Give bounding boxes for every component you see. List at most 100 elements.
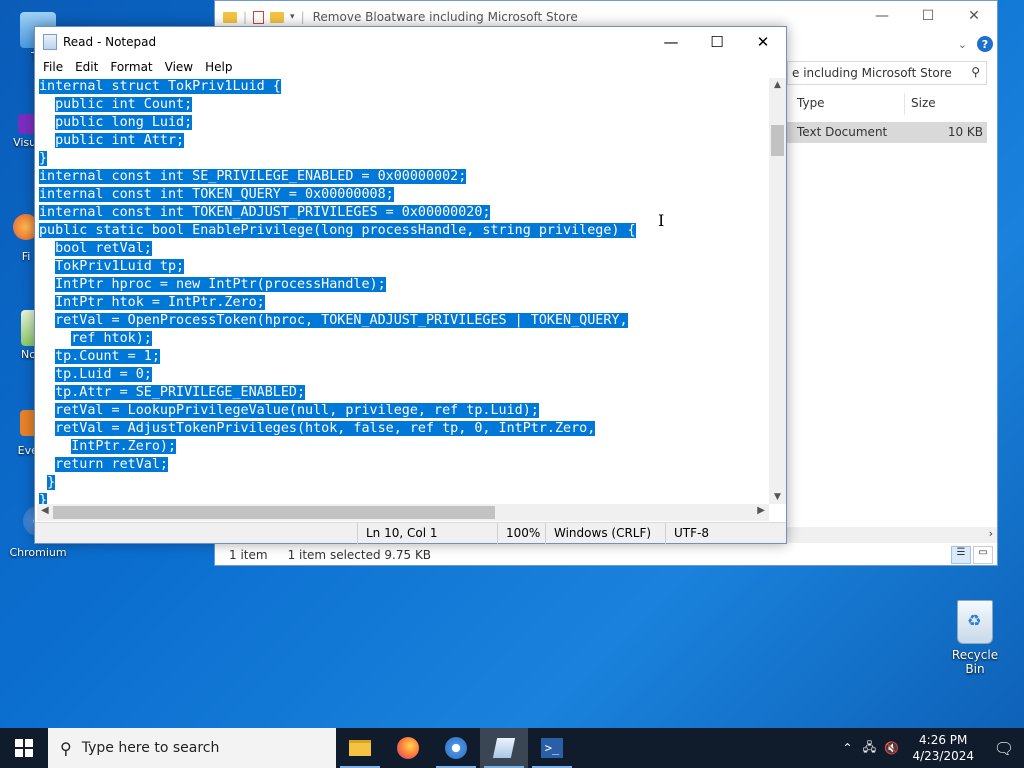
chevron-up-icon[interactable]: ⌃	[836, 741, 858, 755]
search-input-text: e including Microsoft Store	[792, 66, 952, 80]
selection-info: 1 item selected 9.75 KB	[287, 548, 432, 562]
code-line: public long Luid;	[55, 115, 193, 130]
taskbar-file-explorer[interactable]	[336, 728, 384, 768]
notepad-titlebar: Read - Notepad — ☐ ✕	[35, 27, 786, 57]
scroll-down-icon[interactable]: ▼	[769, 492, 786, 502]
menu-bar: File Edit Format View Help	[35, 57, 786, 77]
expand-ribbon-icon[interactable]: ⌄	[958, 38, 967, 51]
file-row[interactable]: Text Document 10 KB	[787, 122, 987, 143]
code-line: }	[47, 475, 56, 490]
folder-icon[interactable]	[223, 11, 237, 23]
menu-edit[interactable]: Edit	[69, 60, 104, 74]
help-icon[interactable]: ?	[977, 36, 993, 52]
recycle-bin-icon	[957, 600, 993, 644]
code-line: IntPtr.Zero);	[71, 439, 177, 454]
search-icon[interactable]: ⚲	[971, 65, 980, 79]
code-line: IntPtr htok = IntPtr.Zero;	[55, 295, 265, 310]
vertical-scrollbar[interactable]: ▲ ▼	[769, 78, 786, 504]
clock-date: 4/23/2024	[912, 749, 974, 763]
code-line: IntPtr hproc = new IntPtr(processHandle)…	[55, 277, 386, 292]
code-line: retVal = LookupPrivilegeValue(null, priv…	[55, 403, 539, 418]
scroll-right-icon[interactable]: ›	[989, 527, 993, 540]
maximize-button[interactable]: ☐	[694, 27, 740, 57]
code-line: retVal = AdjustTokenPrivileges(htok, fal…	[55, 421, 596, 436]
code-line: ref htok);	[71, 331, 152, 346]
quick-access-toolbar: | ▾ |	[223, 10, 305, 24]
scroll-right-icon[interactable]: ▶	[757, 505, 765, 516]
volume-muted-icon[interactable]: 🔇	[880, 741, 902, 755]
notification-center-icon[interactable]: 🗨	[984, 739, 1024, 758]
taskbar-powershell[interactable]: >_	[528, 728, 576, 768]
notepad-title: Read - Notepad	[63, 35, 157, 49]
large-icons-view-icon[interactable]: ▭	[973, 546, 993, 564]
network-icon[interactable]: 🖧	[858, 738, 880, 759]
explorer-ribbon-controls: ⌄ ?	[777, 33, 997, 55]
search-input[interactable]: e including Microsoft Store ⚲	[787, 61, 987, 85]
scroll-left-icon[interactable]: ◀	[41, 505, 49, 516]
column-header-type[interactable]: Type	[787, 93, 905, 115]
desktop-icon-label: Chromium	[9, 546, 67, 559]
code-line: TokPriv1Luid tp;	[55, 259, 185, 274]
cursor-position: Ln 10, Col 1	[357, 523, 497, 544]
explorer-status-bar: 1 item 1 item selected 9.75 KB ☰ ▭	[215, 545, 997, 565]
clock-time: 4:26 PM	[919, 733, 968, 747]
minimize-button[interactable]: —	[859, 1, 905, 31]
taskbar-search-box[interactable]: ⚲ Type here to search	[48, 728, 336, 768]
horizontal-scrollbar[interactable]: ◀ ▶	[37, 504, 769, 521]
menu-help[interactable]: Help	[199, 60, 238, 74]
firefox-icon	[397, 737, 419, 759]
text-cursor-icon: I	[658, 211, 665, 230]
menu-file[interactable]: File	[37, 60, 69, 74]
maximize-button[interactable]: ☐	[905, 1, 951, 31]
explorer-horizontal-scrollbar[interactable]: ›	[787, 527, 997, 543]
desktop-icon-recycle-bin[interactable]: Recycle Bin	[942, 600, 1008, 676]
clock[interactable]: 4:26 PM 4/23/2024	[902, 732, 984, 764]
line-ending: Windows (CRLF)	[545, 523, 665, 544]
chromium-icon	[445, 737, 467, 759]
notepad-icon	[492, 738, 516, 758]
view-toggle: ☰ ▭	[951, 546, 993, 564]
vertical-scroll-thumb[interactable]	[771, 125, 784, 156]
code-line: bool retVal;	[55, 241, 152, 256]
code-line: tp.Luid = 0;	[55, 367, 152, 382]
minimize-button[interactable]: —	[648, 27, 694, 57]
item-count: 1 item	[229, 548, 268, 562]
encoding: UTF-8	[665, 523, 786, 544]
search-icon: ⚲	[60, 738, 72, 758]
start-button[interactable]	[0, 728, 48, 768]
close-button[interactable]: ✕	[951, 1, 997, 31]
column-header-size[interactable]: Size	[905, 93, 936, 115]
zoom-level: 100%	[497, 523, 545, 544]
details-view-icon[interactable]: ☰	[951, 546, 971, 564]
notepad-window-controls: — ☐ ✕	[648, 27, 786, 57]
code-line: public int Count;	[55, 97, 193, 112]
code-line: tp.Attr = SE_PRIVILEGE_ENABLED;	[55, 385, 306, 400]
code-line: internal struct TokPriv1Luid {	[39, 79, 281, 94]
windows-logo-icon	[15, 739, 33, 757]
text-editor[interactable]: internal struct TokPriv1Luid { public in…	[37, 78, 769, 504]
horizontal-scroll-thumb[interactable]	[53, 506, 495, 519]
menu-view[interactable]: View	[159, 60, 199, 74]
editor-content: internal struct TokPriv1Luid { public in…	[37, 78, 769, 504]
close-button[interactable]: ✕	[740, 27, 786, 57]
code-line: internal const int TOKEN_ADJUST_PRIVILEG…	[39, 205, 491, 220]
chevron-down-icon[interactable]: ▾	[290, 12, 295, 22]
menu-format[interactable]: Format	[104, 60, 158, 74]
taskbar-search-placeholder: Type here to search	[81, 740, 220, 756]
new-folder-icon[interactable]	[270, 11, 285, 23]
scroll-up-icon[interactable]: ▲	[769, 80, 786, 90]
notepad-status-bar: Ln 10, Col 1 100% Windows (CRLF) UTF-8	[35, 522, 786, 544]
recycle-bin-label: Recycle Bin	[951, 648, 999, 676]
file-size: 10 KB	[947, 125, 983, 139]
taskbar-notepad[interactable]	[480, 728, 528, 768]
notepad-icon	[43, 34, 57, 50]
code-line: tp.Count = 1;	[55, 349, 160, 364]
code-line: public static bool EnablePrivilege(long …	[39, 223, 636, 238]
code-line: internal const int SE_PRIVILEGE_ENABLED …	[39, 169, 467, 184]
notepad-window: Read - Notepad — ☐ ✕ File Edit Format Vi…	[34, 26, 787, 544]
taskbar-firefox[interactable]	[384, 728, 432, 768]
code-line: }	[39, 151, 48, 166]
properties-icon[interactable]	[253, 10, 265, 24]
taskbar-chromium[interactable]	[432, 728, 480, 768]
code-line: return retVal;	[55, 457, 168, 472]
